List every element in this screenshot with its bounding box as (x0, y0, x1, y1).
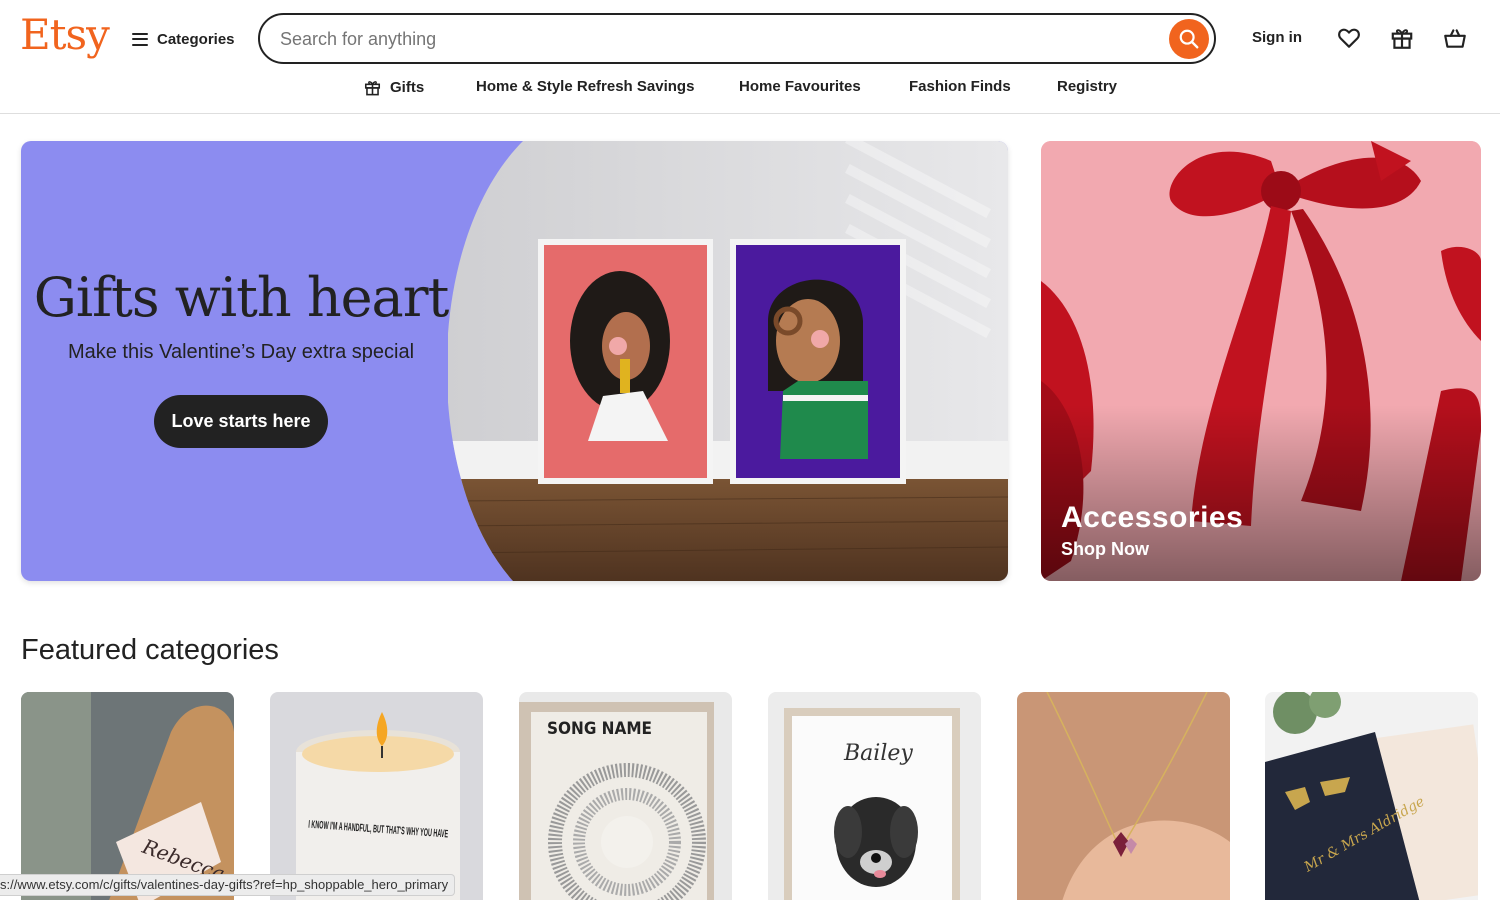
song-print-image: SONG NAME (519, 692, 732, 900)
favorites-button[interactable] (1335, 24, 1363, 52)
candle-image: I KNOW I'M A HANDFUL, BUT THAT'S WHY YOU… (270, 692, 483, 900)
hero-title: Gifts with heart (33, 266, 450, 329)
category-tile-necklace[interactable] (1017, 692, 1230, 900)
categories-label: Categories (157, 30, 235, 48)
nav-item-home-favourites[interactable]: Home Favourites (739, 78, 861, 95)
menu-icon (132, 32, 148, 46)
site-header: Etsy Categories Sign in (0, 0, 1500, 114)
necklace-image (1017, 692, 1230, 900)
search-bar (258, 13, 1216, 64)
gift-icon (364, 81, 381, 96)
wine-bottle-image: Rebecca (21, 692, 234, 900)
sign-in-link[interactable]: Sign in (1252, 29, 1302, 46)
featured-categories-title: Featured categories (21, 634, 279, 666)
nav-item-gifts[interactable]: Gifts (363, 78, 424, 97)
categories-button[interactable]: Categories (132, 26, 235, 52)
love-starts-here-button[interactable]: Love starts here (154, 395, 328, 448)
gift-button[interactable] (1388, 24, 1416, 52)
etsy-logo[interactable]: Etsy (20, 10, 110, 59)
category-tile-pet-portrait[interactable]: Bailey (768, 692, 981, 900)
accessories-title: Accessories (1061, 501, 1244, 534)
category-tile-candle[interactable]: I KNOW I'M A HANDFUL, BUT THAT'S WHY YOU… (270, 692, 483, 900)
hero-banner[interactable]: Gifts with heart Make this Valentine’s D… (21, 141, 1008, 581)
passport-image: Mr & Mrs Aldridge (1265, 692, 1478, 900)
hero-subtitle: Make this Valentine’s Day extra special (67, 341, 415, 363)
shop-now-link[interactable]: Shop Now (1061, 539, 1149, 560)
category-nav: Gifts Home & Style Refresh Savings Home … (0, 78, 1500, 102)
cart-button[interactable] (1441, 24, 1469, 52)
nav-item-registry[interactable]: Registry (1057, 78, 1117, 95)
accessories-banner[interactable]: Accessories Shop Now (1041, 141, 1481, 581)
gift-icon (1391, 29, 1413, 49)
tile-label: Bailey (843, 741, 913, 766)
nav-item-home-style-refresh[interactable]: Home & Style Refresh Savings (476, 78, 694, 95)
heart-icon (1338, 28, 1360, 48)
category-tile-passport[interactable]: Mr & Mrs Aldridge (1265, 692, 1478, 900)
search-input[interactable] (280, 25, 1140, 53)
link-status-bar: s://www.etsy.com/c/gifts/valentines-day-… (0, 874, 456, 896)
pet-portrait-image: Bailey (768, 692, 981, 900)
basket-icon (1444, 29, 1466, 48)
nav-item-fashion-finds[interactable]: Fashion Finds (909, 78, 1011, 95)
search-button[interactable] (1169, 19, 1209, 59)
category-tile-wine[interactable]: Rebecca (21, 692, 234, 900)
tile-label: SONG NAME (547, 719, 652, 739)
search-icon (1179, 29, 1199, 49)
category-tile-song-print[interactable]: SONG NAME (519, 692, 732, 900)
nav-item-label: Gifts (390, 79, 425, 96)
hero-image (448, 141, 1008, 581)
